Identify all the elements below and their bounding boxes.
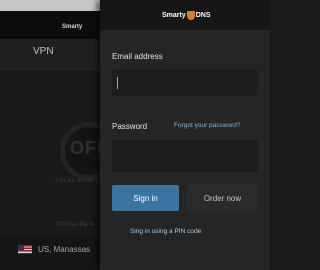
- order-now-button[interactable]: Order now: [187, 185, 258, 211]
- brand-logo-suffix: DNS: [195, 12, 211, 19]
- password-label: Password: [112, 122, 148, 131]
- email-field[interactable]: [112, 70, 258, 96]
- brand-logo: Smarty DNS: [162, 11, 211, 20]
- shield-logo-icon: [186, 11, 195, 20]
- text-cursor: [117, 77, 118, 89]
- pin-sign-in-link[interactable]: Sing in using a PIN code: [130, 228, 201, 235]
- sign-in-button[interactable]: Sign in: [112, 185, 179, 211]
- drawer-header: Smarty DNS: [100, 0, 270, 30]
- brand-logo-text: Smarty: [162, 12, 186, 19]
- scrim-overlay[interactable]: [0, 0, 100, 270]
- background-app: Smarty VPN OFF You are discon Choose the…: [0, 0, 118, 270]
- forgot-password-link[interactable]: Forgot your password?: [174, 122, 240, 129]
- password-field[interactable]: [112, 140, 258, 172]
- email-label: Email address: [112, 52, 163, 61]
- app-screen: Smarty VPN OFF You are discon Choose the…: [0, 0, 270, 270]
- sign-in-drawer: Smarty DNS Email address Password Forgot…: [100, 0, 270, 270]
